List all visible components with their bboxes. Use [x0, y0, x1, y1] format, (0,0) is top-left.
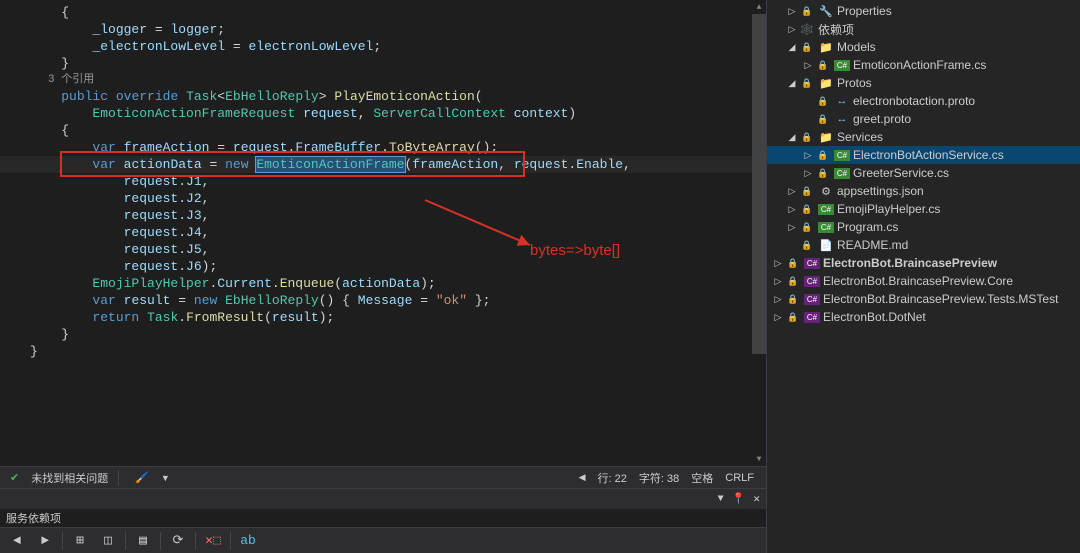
- tree-item-protos-folder[interactable]: ◢🔒📁Protos: [767, 74, 1080, 92]
- toolbar-icon[interactable]: ab: [235, 530, 261, 552]
- tree-item-services-folder[interactable]: ◢🔒📁Services: [767, 128, 1080, 146]
- vertical-scrollbar[interactable]: ▲ ▼: [752, 0, 766, 466]
- annotation-text: bytes=>byte[]: [530, 242, 620, 259]
- tree-item-proto-file[interactable]: 🔒↔greet.proto: [767, 110, 1080, 128]
- tree-item-cs-file[interactable]: ▷🔒C#EmoticonActionFrame.cs: [767, 56, 1080, 74]
- tree-item-project[interactable]: ▷🔒C#ElectronBot.BraincasePreview.Core: [767, 272, 1080, 290]
- code-line[interactable]: var frameAction = request.FrameBuffer.To…: [0, 139, 766, 156]
- tree-item-project[interactable]: ▷🔒C#ElectronBot.DotNet: [767, 308, 1080, 326]
- editor-statusbar: ✔ 未找到相关问题 🖌️ ▼ ◀ 行: 22 字符: 38 空格 CRLF: [0, 466, 766, 488]
- code-line[interactable]: _electronLowLevel = electronLowLevel;: [0, 38, 766, 55]
- toolbar-icon[interactable]: ◫: [95, 530, 121, 552]
- tree-item-cs-file[interactable]: ▷🔒C#Program.cs: [767, 218, 1080, 236]
- col-indicator[interactable]: 字符: 38: [639, 470, 679, 486]
- code-line[interactable]: EmojiPlayHelper.Current.Enqueue(actionDa…: [0, 275, 766, 292]
- solution-explorer[interactable]: ▷🔒🔧Properties ▷🕸️依赖项 ◢🔒📁Models ▷🔒C#Emoti…: [766, 0, 1080, 553]
- toolbar-icon[interactable]: ✕⬚: [200, 530, 226, 552]
- line-indicator[interactable]: 行: 22: [598, 470, 627, 486]
- tree-item-cs-file[interactable]: ▷🔒C#GreeterService.cs: [767, 164, 1080, 182]
- tree-item-dependencies[interactable]: ▷🕸️依赖项: [767, 20, 1080, 38]
- close-panel-icon[interactable]: ✕: [753, 492, 760, 506]
- code-line[interactable]: request.J4,: [0, 224, 766, 241]
- scroll-up-icon[interactable]: ▲: [752, 0, 766, 14]
- toolbar-icon[interactable]: ▤: [130, 530, 156, 552]
- code-line[interactable]: {: [0, 122, 766, 139]
- code-line[interactable]: EmoticonActionFrameRequest request, Serv…: [0, 105, 766, 122]
- code-line[interactable]: var result = new EbHelloReply() { Messag…: [0, 292, 766, 309]
- issues-ok-icon[interactable]: ✔: [4, 469, 25, 486]
- code-line[interactable]: request.J5,: [0, 241, 766, 258]
- toolbar-icon[interactable]: ⊞: [67, 530, 93, 552]
- bottom-toolbar: ◄ ► ⊞ ◫ ▤ ⟳ ✕⬚ ab: [0, 527, 766, 553]
- crlf-indicator[interactable]: CRLF: [725, 472, 754, 484]
- tree-item-md-file[interactable]: 🔒📄README.md: [767, 236, 1080, 254]
- tree-item-proto-file[interactable]: 🔒↔electronbotaction.proto: [767, 92, 1080, 110]
- code-editor[interactable]: { _logger = logger; _electronLowLevel = …: [0, 0, 766, 553]
- dropdown-icon[interactable]: ▼: [718, 494, 724, 505]
- code-line[interactable]: request.J6);: [0, 258, 766, 275]
- toolbar-icon[interactable]: ⟳: [165, 530, 191, 552]
- tree-item-project[interactable]: ▷🔒C#ElectronBot.BraincasePreview.Tests.M…: [767, 290, 1080, 308]
- tree-item-json-file[interactable]: ▷🔒⚙appsettings.json: [767, 182, 1080, 200]
- code-line[interactable]: public override Task<EbHelloReply> PlayE…: [0, 88, 766, 105]
- tree-item-properties[interactable]: ▷🔒🔧Properties: [767, 2, 1080, 20]
- scroll-thumb[interactable]: [752, 14, 766, 354]
- code-line[interactable]: request.J2,: [0, 190, 766, 207]
- spaces-indicator[interactable]: 空格: [691, 470, 713, 486]
- toolbar-fwd-icon[interactable]: ►: [32, 530, 58, 552]
- code-line[interactable]: request.J1,: [0, 173, 766, 190]
- tree-item-project[interactable]: ▷🔒C#ElectronBot.BraincasePreview: [767, 254, 1080, 272]
- code-line[interactable]: }: [0, 55, 766, 72]
- scroll-down-icon[interactable]: ▼: [752, 452, 766, 466]
- brush-icon[interactable]: 🖌️: [129, 469, 155, 486]
- code-line-active[interactable]: var actionData = new EmoticonActionFrame…: [0, 156, 766, 173]
- tree-item-models-folder[interactable]: ◢🔒📁Models: [767, 38, 1080, 56]
- code-line[interactable]: _logger = logger;: [0, 21, 766, 38]
- toolbar-back-icon[interactable]: ◄: [4, 530, 30, 552]
- tree-item-cs-file-selected[interactable]: ▷🔒C#ElectronBotActionService.cs: [767, 146, 1080, 164]
- panel-title: 服务依赖项: [0, 509, 766, 527]
- codelens[interactable]: 3 个引用: [0, 72, 766, 88]
- nav-back-icon[interactable]: ◀: [579, 472, 586, 483]
- code-line[interactable]: {: [0, 4, 766, 21]
- code-line[interactable]: request.J3,: [0, 207, 766, 224]
- tree-item-cs-file[interactable]: ▷🔒C#EmojiPlayHelper.cs: [767, 200, 1080, 218]
- code-line[interactable]: }: [0, 343, 766, 360]
- pin-icon[interactable]: 📍: [732, 492, 746, 506]
- code-line[interactable]: return Task.FromResult(result);: [0, 309, 766, 326]
- issues-text[interactable]: 未找到相关问题: [31, 470, 108, 486]
- code-line[interactable]: }: [0, 326, 766, 343]
